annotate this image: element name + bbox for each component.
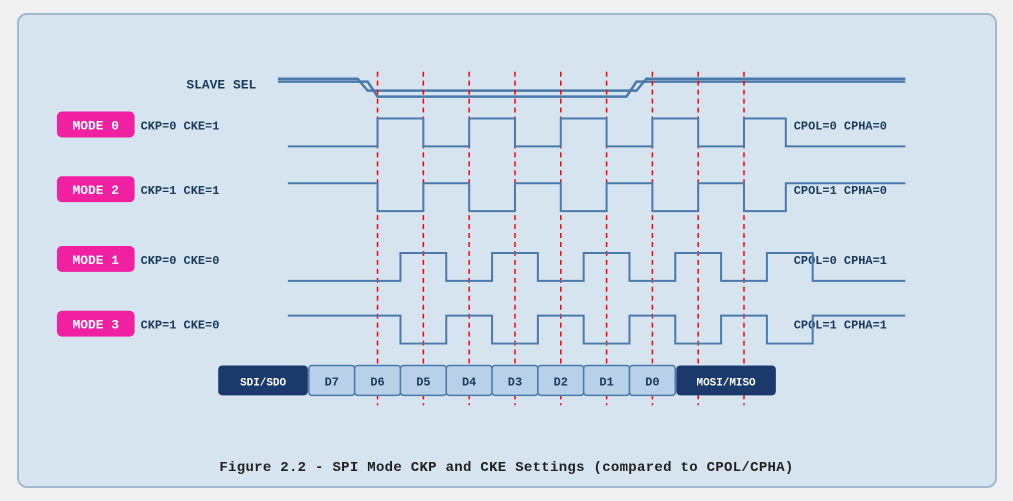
diagram-area: SLAVE SEL MODE 0 CKP=0 CKE=1 bbox=[39, 30, 975, 452]
svg-text:SDI/SDO: SDI/SDO bbox=[240, 377, 286, 389]
svg-text:CPOL=0 CPHA=1: CPOL=0 CPHA=1 bbox=[793, 254, 886, 268]
svg-text:D7: D7 bbox=[324, 375, 338, 389]
svg-text:D4: D4 bbox=[461, 375, 475, 389]
svg-text:CPOL=1 CPHA=0: CPOL=1 CPHA=0 bbox=[793, 184, 886, 198]
svg-text:D3: D3 bbox=[507, 375, 521, 389]
svg-text:MODE 1: MODE 1 bbox=[72, 253, 119, 268]
svg-text:MOSI/MISO: MOSI/MISO bbox=[696, 377, 756, 389]
figure-caption: Figure 2.2 - SPI Mode CKP and CKE Settin… bbox=[39, 452, 975, 476]
svg-text:CKP=1 CKE=0: CKP=1 CKE=0 bbox=[140, 319, 219, 333]
svg-text:MODE 2: MODE 2 bbox=[72, 183, 119, 198]
svg-text:MODE 0: MODE 0 bbox=[72, 118, 119, 133]
svg-text:CKP=0 CKE=1: CKP=0 CKE=1 bbox=[140, 119, 219, 133]
svg-text:D1: D1 bbox=[599, 375, 613, 389]
slave-sel-label: SLAVE SEL bbox=[186, 78, 256, 93]
svg-text:D0: D0 bbox=[645, 375, 659, 389]
svg-text:D5: D5 bbox=[416, 375, 430, 389]
svg-text:CKP=0 CKE=0: CKP=0 CKE=0 bbox=[140, 254, 219, 268]
svg-text:D2: D2 bbox=[553, 375, 567, 389]
svg-text:MODE 3: MODE 3 bbox=[72, 318, 119, 333]
svg-text:D6: D6 bbox=[370, 375, 384, 389]
svg-text:CPOL=0 CPHA=0: CPOL=0 CPHA=0 bbox=[793, 119, 886, 133]
svg-text:CPOL=1 CPHA=1: CPOL=1 CPHA=1 bbox=[793, 319, 886, 333]
svg-text:CKP=1 CKE=1: CKP=1 CKE=1 bbox=[140, 184, 219, 198]
outer-container: SLAVE SEL MODE 0 CKP=0 CKE=1 bbox=[17, 13, 997, 488]
